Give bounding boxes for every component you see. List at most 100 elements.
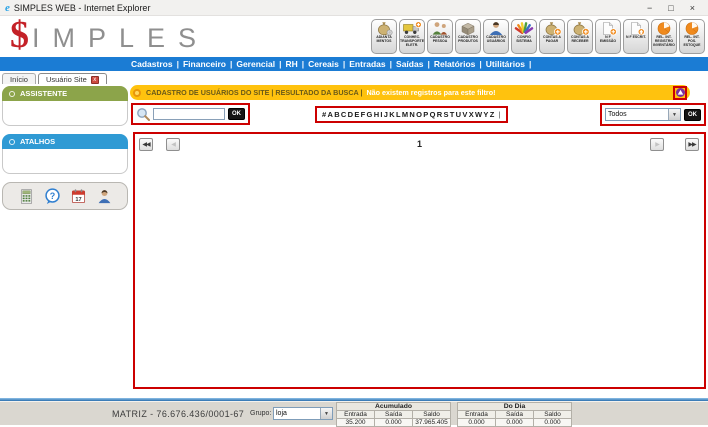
alphabet-letter-c[interactable]: C <box>341 110 346 119</box>
last-page-button[interactable]: ▶▶ <box>685 138 699 151</box>
menu-separator: | <box>278 59 282 69</box>
calculator-icon[interactable] <box>18 188 35 205</box>
alphabet-filter: #ABCDEFGHIJKLMNOPQRSTUVXWYZ | <box>315 106 508 123</box>
minimize-button[interactable]: − <box>647 3 652 13</box>
alphabet-letter-m[interactable]: M <box>402 110 408 119</box>
adiantamentos-button[interactable]: ADIANTA MENTOS <box>371 19 397 54</box>
sidebar-section-assistente[interactable]: ASSISTENTE <box>2 86 128 101</box>
menu-separator: | <box>342 59 346 69</box>
results-panel: ◀◀ ◀ 1 ▶ ▶▶ <box>133 132 706 389</box>
status-filter-value: Todos <box>606 109 668 120</box>
alphabet-letter-w[interactable]: W <box>475 110 482 119</box>
current-page-number: 1 <box>135 139 704 149</box>
alphabet-letter-x[interactable]: X <box>469 110 474 119</box>
company-cnpj-label: MATRIZ - 76.676.436/0001-67 <box>112 409 244 419</box>
status-col-entrada: Entrada <box>458 411 496 419</box>
menu-item-rh[interactable]: RH <box>282 59 300 69</box>
search-ok-button[interactable]: OK <box>228 108 245 120</box>
cadastro-pessoa-button[interactable]: CADASTRO PESSOA <box>427 19 453 54</box>
alphabet-letter-h[interactable]: H <box>374 110 379 119</box>
window-controls: − □ × <box>647 3 703 13</box>
internet-explorer-icon: e <box>5 3 10 13</box>
alphabet-letter-e[interactable]: E <box>354 110 359 119</box>
status-table-acumulado: AcumuladoEntradaSaídaSaldo35.2000.00037.… <box>336 402 451 427</box>
alphabet-separator: | <box>499 110 501 119</box>
alphabet-letter-y[interactable]: Y <box>483 110 488 119</box>
alphabet-letter-hash[interactable]: # <box>322 110 326 119</box>
filter-ok-button[interactable]: OK <box>684 109 701 121</box>
nf-escrituracao-button[interactable]: N F ESCRIT. <box>623 19 649 54</box>
toolbar-button-label: CONTAS A PAGAR <box>540 35 564 43</box>
menu-separator: | <box>176 59 180 69</box>
conhec-transporte-eletr-button[interactable]: CONHEC. TRANSPORTE ELETR. <box>399 19 425 54</box>
alphabet-letter-o[interactable]: O <box>416 110 422 119</box>
alphabet-letter-j[interactable]: J <box>384 110 388 119</box>
content-area: ASSISTENTE ATALHOS ? 17 CADASTRO DE USUÁ… <box>0 84 708 398</box>
contas-a-pagar-button[interactable]: CONTAS A PAGAR <box>539 19 565 54</box>
app-header: $ IMPLES ADIANTA MENTOSCONHEC. TRANSPORT… <box>0 16 708 57</box>
menu-item-entradas[interactable]: Entradas <box>346 59 388 69</box>
atalhos-panel <box>2 149 128 174</box>
grupo-value: loja <box>274 408 320 419</box>
chevron-down-icon[interactable]: ▼ <box>668 109 680 120</box>
alphabet-letter-i[interactable]: I <box>380 110 382 119</box>
sidebar-section-atalhos[interactable]: ATALHOS <box>2 134 128 149</box>
window-title: SIMPLES WEB - Internet Explorer <box>14 3 151 13</box>
toolbar-button-label: CONHEC. TRANSPORTE ELETR. <box>399 35 425 48</box>
alphabet-letter-z[interactable]: Z <box>490 110 495 119</box>
tab-close-icon[interactable]: x <box>91 76 99 84</box>
main-menu-bar: Cadastros|Financeiro|Gerencial|RH|Cereai… <box>0 57 708 71</box>
status-col-saida: Saída <box>496 411 534 419</box>
doc-plus-icon <box>598 20 618 35</box>
alphabet-letter-t[interactable]: T <box>450 110 455 119</box>
quick-access-toolbar: ADIANTA MENTOSCONHEC. TRANSPORTE ELETR.C… <box>371 19 705 54</box>
alphabet-letter-r[interactable]: R <box>437 110 442 119</box>
tab-strip: Início Usuário Site x <box>0 71 708 85</box>
config-sistema-button[interactable]: CONFIG SISTEMA <box>511 19 537 54</box>
status-filter-select[interactable]: Todos ▼ <box>605 108 681 121</box>
chevron-down-icon[interactable]: ▼ <box>320 408 332 419</box>
alphabet-letter-q[interactable]: Q <box>430 110 436 119</box>
nf-emissao-button[interactable]: N F EMISSÃO <box>595 19 621 54</box>
alphabet-letter-b[interactable]: B <box>334 110 339 119</box>
contas-a-receber-button[interactable]: CONTAS A RECEBER <box>567 19 593 54</box>
menu-item-financeiro[interactable]: Financeiro <box>180 59 229 69</box>
alphabet-letter-l[interactable]: L <box>396 110 401 119</box>
assistente-panel <box>2 101 128 126</box>
alphabet-letter-k[interactable]: K <box>389 110 394 119</box>
rel-int-registro-inventario-button[interactable]: REL. INT. REGISTRO INVENTÁRIO <box>651 19 677 54</box>
menu-separator: | <box>528 59 532 69</box>
menu-item-saidas[interactable]: Saídas <box>393 59 426 69</box>
alphabet-letter-n[interactable]: N <box>409 110 414 119</box>
menu-separator: | <box>478 59 482 69</box>
alphabet-letter-f[interactable]: F <box>361 110 366 119</box>
simples-web-window: { "window": { "title": "SIMPLES WEB - In… <box>0 0 708 425</box>
menu-item-cadastros[interactable]: Cadastros <box>128 59 176 69</box>
menu-item-cereais[interactable]: Cereais <box>305 59 342 69</box>
help-icon[interactable]: ? <box>44 188 61 205</box>
next-page-button[interactable]: ▶ <box>650 138 664 151</box>
menu-item-relatorios[interactable]: Relatórios <box>431 59 479 69</box>
calendar-icon[interactable]: 17 <box>70 188 87 205</box>
cadastro-usuarios-button[interactable]: CADASTRO USUÁRIOS <box>483 19 509 54</box>
close-button[interactable]: × <box>690 3 695 13</box>
alphabet-letter-v[interactable]: V <box>462 110 467 119</box>
alphabet-letter-u[interactable]: U <box>456 110 461 119</box>
menu-item-gerencial[interactable]: Gerencial <box>233 59 278 69</box>
grupo-select[interactable]: loja ▼ <box>273 407 333 420</box>
alphabet-letter-p[interactable]: P <box>423 110 428 119</box>
purple-action-button[interactable] <box>673 86 687 100</box>
alphabet-letter-g[interactable]: G <box>367 110 373 119</box>
alphabet-letter-d[interactable]: D <box>348 110 353 119</box>
search-input[interactable] <box>153 108 225 120</box>
rel-int-pos-estoque-button[interactable]: REL. INT. POS. ESTOQUE <box>679 19 705 54</box>
search-filter-group: OK <box>131 103 250 125</box>
tab-usuario-site-label: Usuário Site <box>46 75 87 84</box>
alphabet-letter-a[interactable]: A <box>327 110 332 119</box>
maximize-button[interactable]: □ <box>668 3 673 13</box>
user-icon[interactable] <box>96 188 113 205</box>
cadastro-produtos-button[interactable]: CADASTRO PRODUTOS <box>455 19 481 54</box>
menu-item-utilitarios[interactable]: Utilitários <box>483 59 528 69</box>
alphabet-letter-s[interactable]: S <box>443 110 448 119</box>
status-val-acumulado-0: 35.200 <box>337 419 375 427</box>
